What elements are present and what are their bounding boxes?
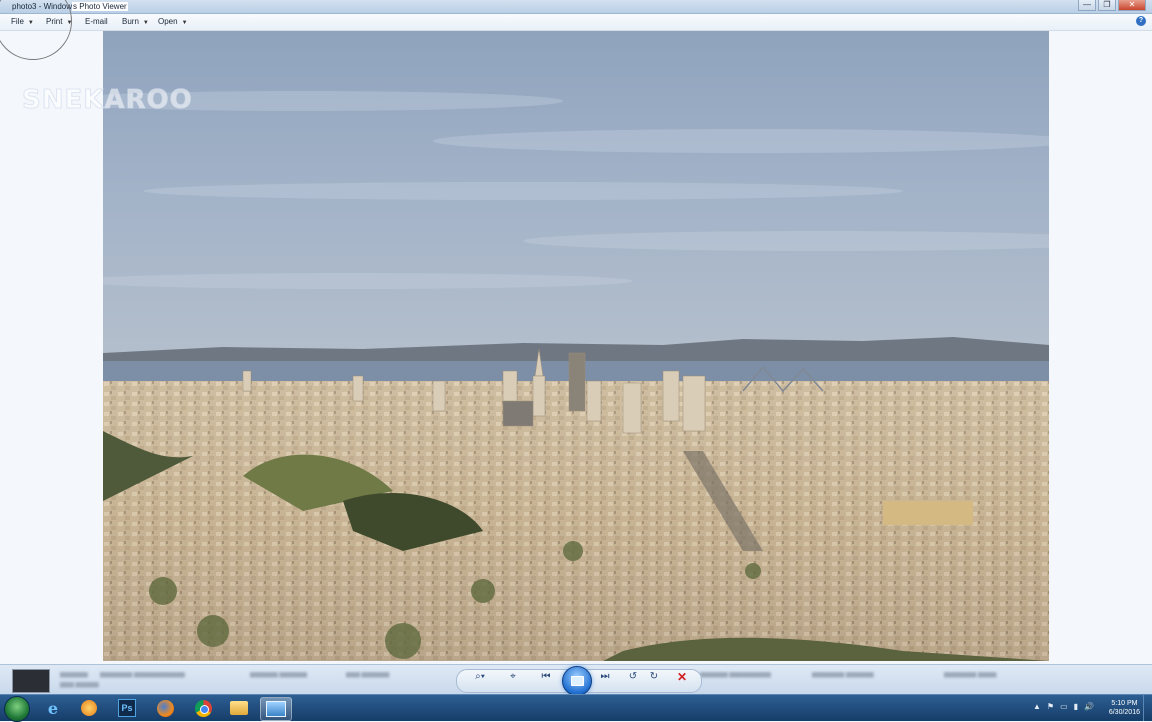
start-button[interactable]	[4, 696, 30, 722]
volume-icon[interactable]: 🔊	[1084, 702, 1094, 711]
menu-open-label: Open	[158, 17, 178, 26]
menu-burn[interactable]: Burn ▼	[122, 17, 149, 26]
blurred-info-8: ▆▆▆▆▆▆▆ ▆▆▆▆	[944, 672, 997, 678]
chevron-down-icon: ▼	[27, 20, 34, 26]
menu-burn-label: Burn	[122, 17, 139, 26]
show-hidden-icons-icon[interactable]: ▲	[1033, 702, 1041, 711]
rotate-cw-button[interactable]: ↻	[645, 670, 663, 684]
action-center-icon[interactable]: ⚑	[1047, 702, 1054, 711]
show-desktop-button[interactable]	[1143, 695, 1152, 721]
menu-open[interactable]: Open ▼	[158, 17, 188, 26]
menu-email-label: E-mail	[85, 17, 108, 26]
blurred-info-5: ▆▆▆ ▆▆▆▆▆▆	[346, 672, 390, 678]
window-controls: — ❐ ✕	[1076, 0, 1146, 11]
blurred-info-6: ▆▆▆▆▆▆ ▆▆▆▆▆▆▆▆▆	[700, 672, 771, 678]
maximize-button[interactable]: ❐	[1098, 0, 1116, 11]
ie-icon[interactable]: e	[38, 697, 68, 719]
window-title-highlight: s Photo Viewer	[72, 2, 128, 11]
actual-size-button[interactable]: ⌖	[503, 670, 523, 684]
clock[interactable]: 5:10 PM 6/30/2016	[1109, 699, 1140, 717]
blurred-info-2: ▆▆▆ ▆▆▆▆▆	[60, 682, 99, 688]
help-icon[interactable]: ?	[1136, 16, 1146, 26]
taskbar: e Ps ▲ ⚑ ▭ ▮ 🔊 5:10 PM 6/30/2016	[0, 694, 1152, 722]
next-button[interactable]: ⏭	[594, 670, 616, 684]
slideshow-button[interactable]	[562, 666, 592, 696]
system-tray: ▲ ⚑ ▭ ▮ 🔊	[1033, 702, 1094, 711]
chevron-down-icon: ▼	[66, 20, 73, 26]
minimize-button[interactable]: —	[1078, 0, 1096, 11]
command-bar: File ▼ Print ▼ E-mail Burn ▼ Open ▼ ?	[0, 14, 1152, 31]
actual-size-icon: ⌖	[510, 671, 516, 682]
clock-time: 5:10 PM	[1111, 700, 1138, 707]
rotate-ccw-icon: ↺	[628, 671, 638, 682]
zoom-button[interactable]: ⌕▾	[470, 670, 490, 684]
blurred-info-1: ▆▆▆▆▆▆	[60, 672, 88, 678]
chevron-down-icon: ▼	[142, 20, 149, 26]
photo-thumbnail[interactable]	[12, 669, 50, 693]
explorer-icon[interactable]	[224, 697, 254, 719]
chrome-icon[interactable]	[188, 697, 218, 719]
window-title-prefix: photo3 - Window	[12, 2, 73, 11]
close-button[interactable]: ✕	[1118, 0, 1146, 11]
zoom-icon: ⌕▾	[475, 671, 485, 682]
window-title: photo3 - Windows Photo Viewer	[12, 2, 128, 11]
blurred-info-7: ▆▆▆▆▆▆▆ ▆▆▆▆▆▆	[812, 672, 874, 678]
blurred-info-4: ▆▆▆▆▆▆ ▆▆▆▆▆▆	[250, 672, 308, 678]
san-francisco-photo	[103, 31, 1049, 661]
photo-image[interactable]	[103, 31, 1049, 661]
previous-icon: ⏮	[541, 671, 551, 682]
clock-date: 6/30/2016	[1108, 709, 1140, 716]
menu-email[interactable]: E-mail	[85, 17, 108, 26]
menu-file[interactable]: File ▼	[11, 17, 34, 26]
chevron-down-icon: ▼	[181, 20, 188, 26]
rotate-cw-icon: ↻	[649, 671, 659, 682]
next-icon: ⏭	[600, 671, 610, 682]
photo-viewport: SNEKAROO	[0, 31, 1152, 664]
delete-button[interactable]: ✕	[672, 670, 692, 684]
blurred-info-3: ▆▆▆▆▆▆▆ ▆▆▆▆▆▆▆▆▆▆▆	[100, 672, 185, 678]
menu-print-label: Print	[46, 17, 63, 26]
firefox-icon[interactable]	[150, 697, 180, 719]
display-icon[interactable]: ▭	[1060, 702, 1068, 711]
menu-print[interactable]: Print ▼	[46, 17, 72, 26]
menu-file-label: File	[11, 17, 24, 26]
watermark-logo: SNEKAROO	[22, 85, 193, 116]
network-icon[interactable]: ▮	[1074, 702, 1078, 711]
rotate-ccw-button[interactable]: ↺	[624, 670, 642, 684]
viewer-control-bar: ▆▆▆▆▆▆ ▆▆▆ ▆▆▆▆▆ ▆▆▆▆▆▆▆ ▆▆▆▆▆▆▆▆▆▆▆ ▆▆▆…	[0, 664, 1152, 696]
previous-button[interactable]: ⏮	[535, 670, 557, 684]
photoshop-icon[interactable]: Ps	[112, 697, 142, 719]
photo-viewer-icon[interactable]	[260, 697, 292, 721]
media-player-icon[interactable]	[74, 697, 104, 719]
title-bar: photo3 - Windows Photo Viewer — ❐ ✕	[0, 0, 1152, 14]
delete-icon: ✕	[676, 670, 688, 684]
